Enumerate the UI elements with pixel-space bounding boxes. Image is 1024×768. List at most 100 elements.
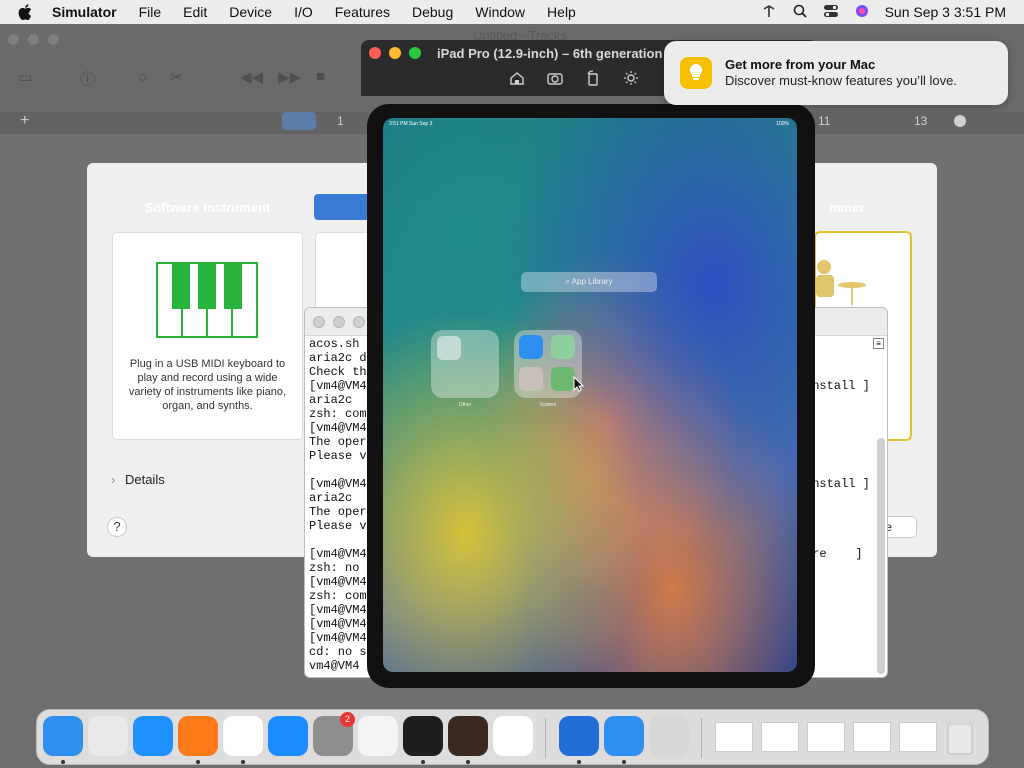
files-app-icon: [519, 335, 543, 359]
folder-label-other: Other: [458, 402, 472, 408]
app-library-search-placeholder: App Library: [571, 277, 613, 286]
simulator-icon[interactable]: [604, 716, 644, 756]
ruler-bar-11: 11: [818, 114, 831, 128]
simulator-zoom-button[interactable]: [409, 47, 421, 59]
close-button-dim[interactable]: [8, 34, 19, 45]
tips-lightbulb-icon: [680, 57, 712, 89]
app-store-icon[interactable]: [268, 716, 308, 756]
menu-simulator[interactable]: Simulator: [52, 4, 117, 20]
ipad-screen[interactable]: 3:51 PM Sun Sep 3 100% ⌕ App Library Oth…: [383, 118, 797, 672]
piano-keyboard-icon: [156, 262, 258, 343]
smart-controls-icon[interactable]: ☼: [136, 68, 158, 86]
running-indicator: [466, 760, 470, 764]
zoom-slider-knob[interactable]: [954, 115, 966, 127]
app-library-search[interactable]: ⌕ App Library: [521, 272, 657, 292]
ruler-bar-13: 13: [914, 114, 928, 128]
terminal-split-icon[interactable]: ≡: [873, 338, 884, 349]
simulator-device-title: iPad Pro (12.9-inch) – 6th generation: [437, 46, 663, 61]
minimized-window-thumbnail[interactable]: [715, 722, 753, 752]
vscode-icon[interactable]: [493, 716, 533, 756]
xcode-icon[interactable]: [559, 716, 599, 756]
dock: 2: [36, 709, 989, 765]
quicktime-icon[interactable]: [649, 716, 689, 756]
simulator-close-button[interactable]: [369, 47, 381, 59]
firefox-icon[interactable]: [178, 716, 218, 756]
dock-separator: [545, 718, 546, 758]
menu-file[interactable]: File: [139, 4, 162, 20]
menu-window[interactable]: Window: [475, 4, 525, 20]
category-software-instrument[interactable]: Software Instrument: [111, 194, 304, 220]
notification-badge: 2: [340, 712, 355, 727]
notification-title: Get more from your Mac: [725, 57, 876, 72]
ipad-status-battery: 100%: [776, 121, 789, 127]
running-indicator: [622, 760, 626, 764]
smart-tempo-icon[interactable]: [282, 112, 316, 130]
rewind-icon[interactable]: ◀◀: [240, 68, 263, 86]
appearance-icon[interactable]: [623, 70, 639, 86]
card-description: Plug in a USB MIDI keyboard to play and …: [128, 358, 287, 412]
minimized-window-thumbnail[interactable]: [899, 722, 937, 752]
running-indicator: [196, 760, 200, 764]
minimize-button-dim[interactable]: [28, 34, 39, 45]
ipad-status-time: 3:51 PM Sun Sep 3: [389, 121, 433, 127]
finder-icon[interactable]: [43, 716, 83, 756]
ipad-device-frame: 3:51 PM Sun Sep 3 100% ⌕ App Library Oth…: [367, 104, 815, 688]
menu-help[interactable]: Help: [547, 4, 576, 20]
editors-icon[interactable]: ✂: [170, 68, 192, 86]
control-center-icon[interactable]: [823, 4, 839, 21]
notification-banner[interactable]: Get more from your Mac Discover must-kno…: [664, 41, 1008, 105]
apple-menu-icon[interactable]: [18, 4, 34, 20]
terminal-icon[interactable]: [403, 716, 443, 756]
help-button[interactable]: ?: [107, 517, 127, 537]
more-apps-icon: [551, 367, 575, 391]
app-folder-other[interactable]: [431, 330, 499, 398]
minimized-window-thumbnail[interactable]: [853, 722, 891, 752]
details-disclosure[interactable]: › Details: [111, 472, 165, 487]
drummer-icon: [816, 259, 876, 314]
dock-separator: [701, 718, 702, 758]
trash-icon[interactable]: [945, 718, 975, 761]
mouse-pointer-icon: [573, 375, 585, 397]
menu-device[interactable]: Device: [229, 4, 272, 20]
terminal-scrollbar[interactable]: [877, 438, 885, 674]
notification-body: Discover must-know features you’ll love.: [725, 73, 957, 88]
library-icon[interactable]: ▭: [18, 68, 40, 86]
quick-help-icon[interactable]: ⓘ: [80, 68, 102, 88]
screenshot-icon[interactable]: [547, 70, 563, 86]
chevron-right-icon: ›: [111, 472, 116, 487]
terminal-minimize-button[interactable]: [333, 316, 345, 328]
stop-icon[interactable]: ■: [316, 68, 338, 86]
software-instrument-card[interactable]: Plug in a USB MIDI keyboard to play and …: [113, 233, 302, 439]
category-drummer[interactable]: mmer: [817, 194, 914, 220]
chrome-icon[interactable]: [223, 716, 263, 756]
menubar-clock[interactable]: Sun Sep 3 3:51 PM: [885, 4, 1006, 20]
zoom-button-dim[interactable]: [48, 34, 59, 45]
launchpad-icon[interactable]: [88, 716, 128, 756]
menu-io[interactable]: I/O: [294, 4, 313, 20]
rotate-icon[interactable]: [585, 70, 601, 86]
menu-bar: Simulator File Edit Device I/O Features …: [0, 0, 1024, 24]
textedit-icon[interactable]: [358, 716, 398, 756]
spotlight-search-icon[interactable]: [793, 4, 807, 21]
safari-icon[interactable]: [133, 716, 173, 756]
app-folder-system[interactable]: [514, 330, 582, 398]
maps-app-icon: [551, 335, 575, 359]
simulator-window: iPad Pro (12.9-inch) – 6th generation 3:…: [361, 40, 818, 698]
garageband-icon[interactable]: [448, 716, 488, 756]
running-indicator: [61, 760, 65, 764]
network-icon[interactable]: [761, 4, 777, 21]
add-track-icon[interactable]: +: [20, 112, 29, 130]
contacts-app-icon: [519, 367, 543, 391]
minimized-window-thumbnail[interactable]: [761, 722, 799, 752]
running-indicator: [241, 760, 245, 764]
minimized-window-thumbnail[interactable]: [807, 722, 845, 752]
menu-features[interactable]: Features: [335, 4, 390, 20]
simulator-minimize-button[interactable]: [389, 47, 401, 59]
menu-debug[interactable]: Debug: [412, 4, 453, 20]
terminal-close-button[interactable]: [313, 316, 325, 328]
fast-forward-icon[interactable]: ▶▶: [278, 68, 301, 86]
siri-icon[interactable]: [855, 4, 869, 21]
category-label: mmer: [829, 199, 865, 215]
home-icon[interactable]: [509, 70, 525, 86]
menu-edit[interactable]: Edit: [183, 4, 207, 20]
